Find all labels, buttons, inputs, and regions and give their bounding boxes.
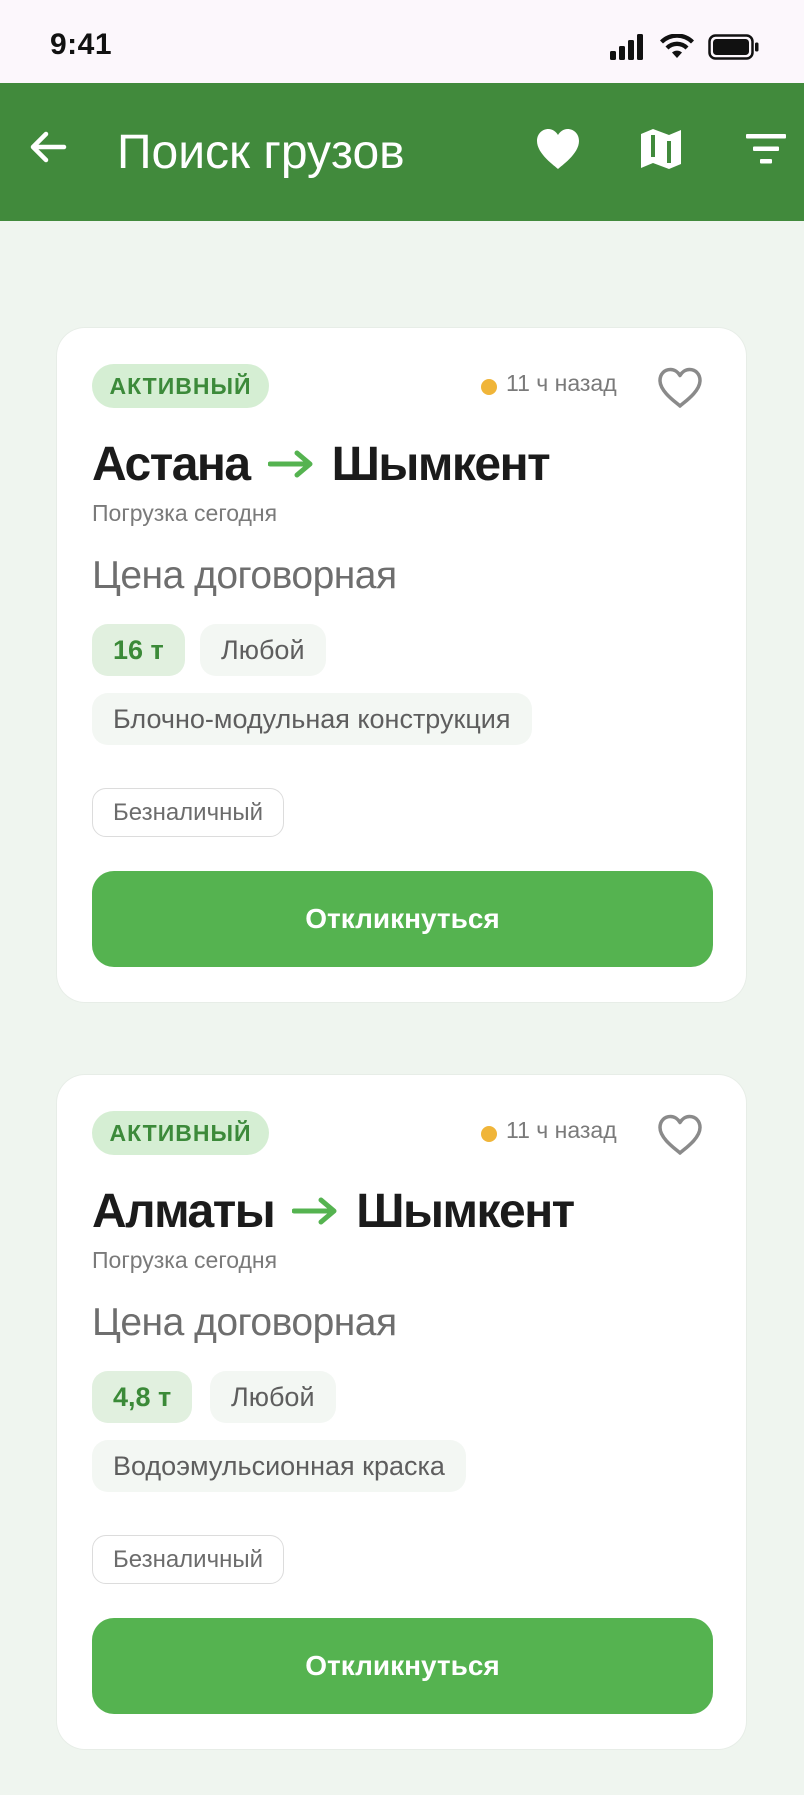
body-type-chip: Любой — [200, 624, 326, 676]
favorite-button[interactable] — [654, 1109, 706, 1161]
payment-chip: Безналичный — [92, 1535, 284, 1584]
map-icon — [641, 129, 681, 169]
time-ago: 11 ч назад — [506, 370, 617, 396]
payment-chip: Безналичный — [92, 788, 284, 837]
favorites-button[interactable] — [530, 121, 586, 177]
cargo-card: АКТИВНЫЙ 11 ч назад Астана Шымкент Погру… — [57, 328, 746, 1002]
route-from: Алматы — [92, 1184, 276, 1238]
route: Алматы Шымкент — [92, 1181, 575, 1241]
arrow-right-icon — [292, 1196, 338, 1226]
wifi-icon — [660, 34, 694, 58]
cargo-chip: Блочно-модульная конструкция — [92, 693, 532, 745]
body-type-chip: Любой — [210, 1371, 336, 1423]
route-from: Астана — [92, 437, 251, 491]
route-to: Шымкент — [331, 437, 551, 491]
loading-date: Погрузка сегодня — [92, 1247, 278, 1273]
arrow-right-icon — [267, 449, 314, 479]
heart-outline-icon — [658, 1114, 702, 1155]
time-ago: 11 ч назад — [506, 1117, 617, 1143]
loading-date: Погрузка сегодня — [92, 500, 278, 526]
page-title: Поиск грузов — [117, 126, 405, 179]
respond-button[interactable]: Откликнуться — [92, 1618, 713, 1714]
status-badge: АКТИВНЫЙ — [92, 1111, 269, 1155]
route: Астана Шымкент — [92, 434, 551, 494]
status-time: 9:41 — [50, 28, 113, 61]
heart-icon — [537, 129, 579, 169]
filter-icon — [746, 134, 786, 164]
map-button[interactable] — [633, 121, 689, 177]
filter-button[interactable] — [738, 121, 794, 177]
price: Цена договорная — [92, 554, 397, 597]
battery-icon — [708, 34, 759, 60]
respond-button[interactable]: Откликнуться — [92, 871, 713, 967]
weight-chip: 4,8 т — [92, 1371, 193, 1423]
status-badge: АКТИВНЫЙ — [92, 364, 269, 408]
cargo-chip: Водоэмульсионная краска — [92, 1440, 466, 1492]
back-button[interactable] — [24, 123, 72, 171]
route-to: Шымкент — [356, 1184, 575, 1238]
app-bar: Поиск грузов — [0, 83, 804, 221]
price: Цена договорная — [92, 1301, 397, 1344]
favorite-button[interactable] — [654, 362, 706, 414]
heart-outline-icon — [658, 367, 702, 408]
status-dot-icon — [481, 379, 497, 395]
status-bar: 9:41 — [0, 0, 804, 83]
weight-chip: 16 т — [92, 624, 185, 676]
arrow-left-icon — [30, 131, 67, 163]
status-dot-icon — [481, 1126, 497, 1142]
status-icons — [610, 32, 760, 62]
cargo-card: АКТИВНЫЙ 11 ч назад Алматы Шымкент Погру… — [57, 1075, 746, 1749]
cellular-signal-icon — [610, 34, 643, 60]
